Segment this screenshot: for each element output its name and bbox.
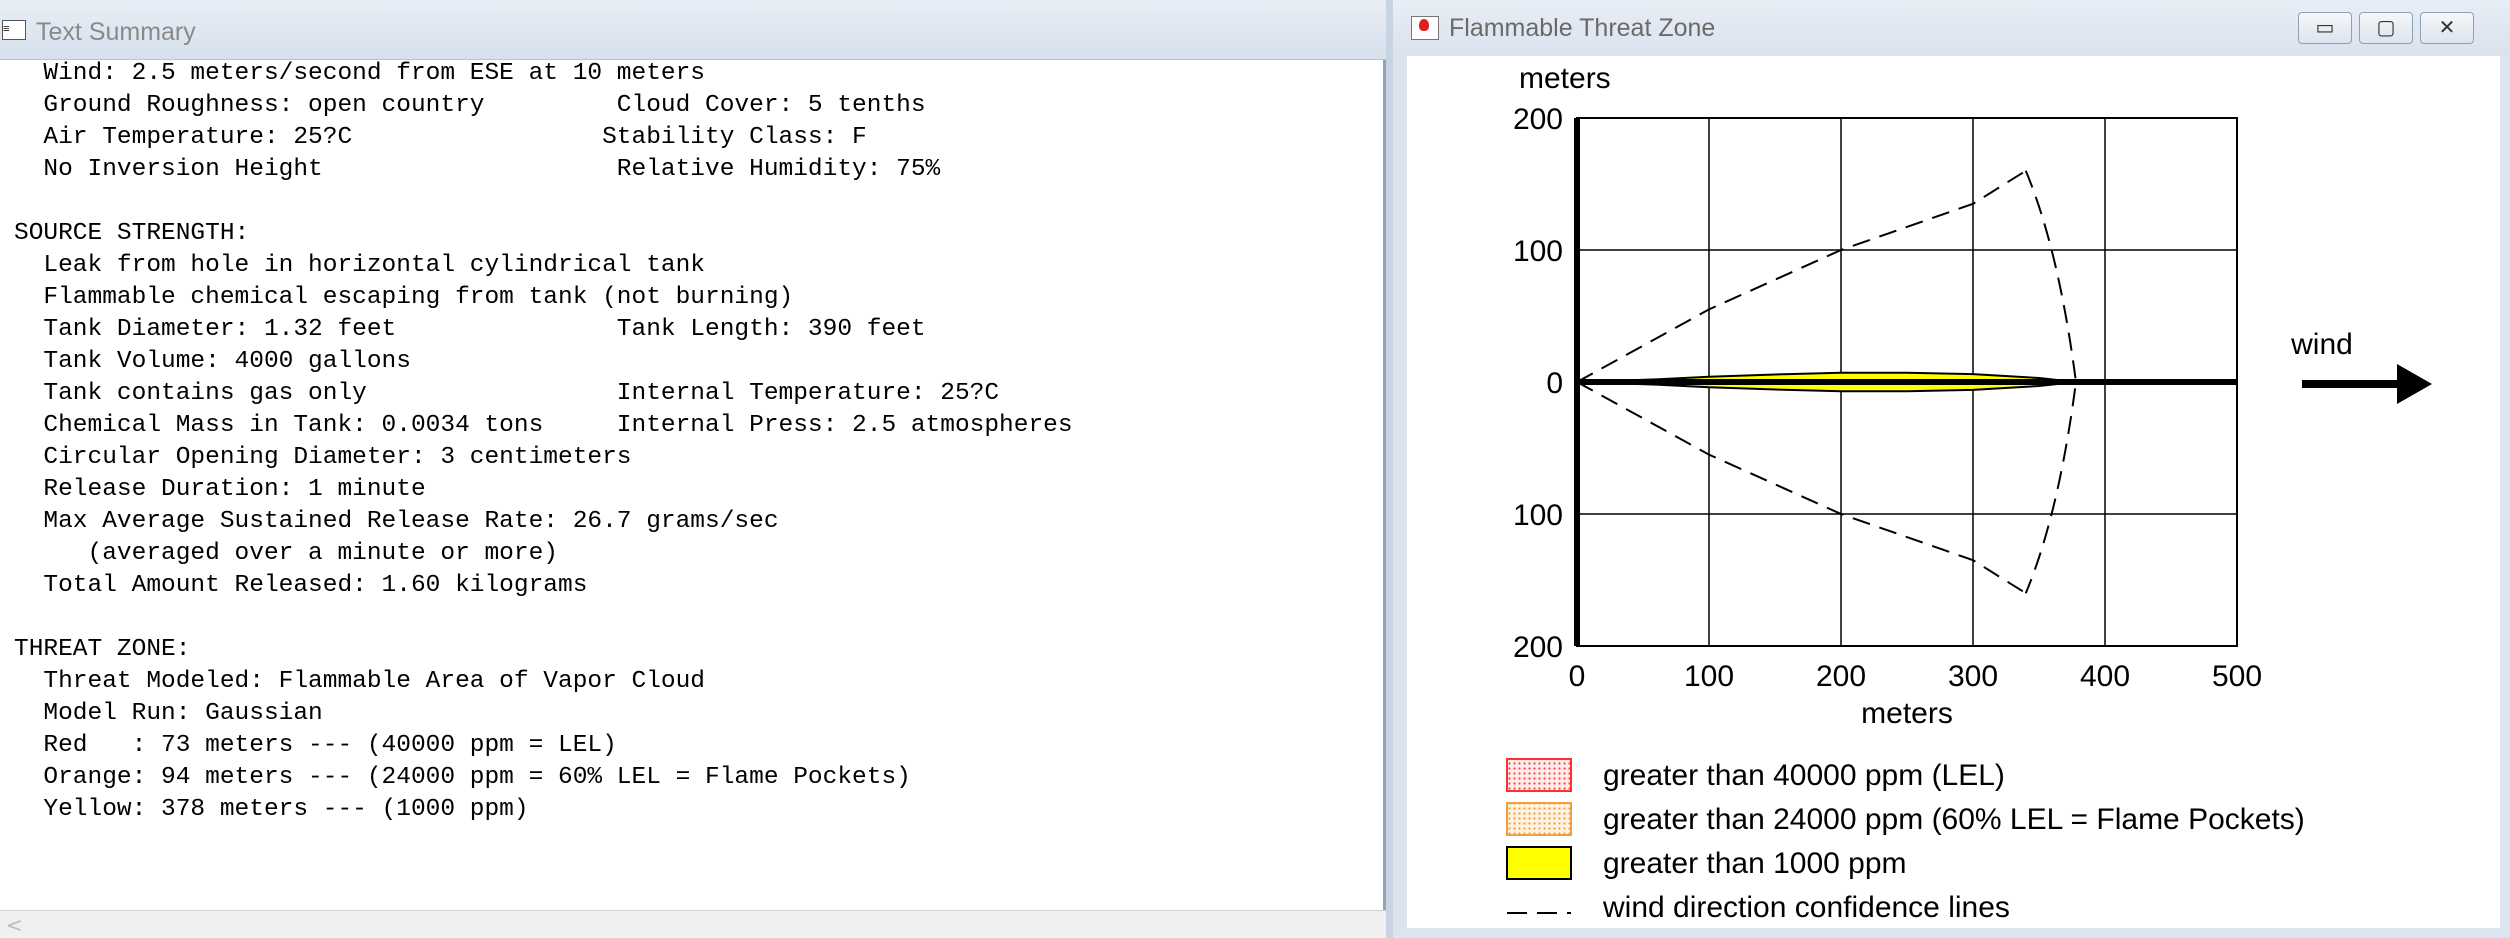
- summary-line: Air Temperature: 25?C Stability Class: F: [14, 124, 867, 151]
- y-tick-label: 100: [1513, 499, 1563, 532]
- text-summary-titlebar[interactable]: ≡ Text Summary: [0, 0, 1386, 60]
- threat-zone-titlebar[interactable]: Flammable Threat Zone ▭ ▢ ✕: [1393, 0, 2510, 56]
- text-summary-window: ≡ Text Summary Wind: 2.5 meters/second f…: [0, 0, 1386, 938]
- y-axis-label: meters: [1519, 62, 1611, 95]
- x-tick-label: 300: [1948, 660, 1998, 693]
- close-button[interactable]: ✕: [2420, 12, 2474, 44]
- minimize-button[interactable]: ▭: [2298, 12, 2352, 44]
- summary-line: Max Average Sustained Release Rate: 26.7…: [14, 508, 779, 535]
- confidence-line-lower: [1576, 381, 2027, 595]
- window-title: Flammable Threat Zone: [1449, 14, 1716, 42]
- summary-line: Circular Opening Diameter: 3 centimeters: [14, 444, 632, 471]
- summary-line: THREAT ZONE:: [14, 636, 191, 663]
- legend-label: greater than 24000 ppm (60% LEL = Flame …: [1603, 803, 2305, 836]
- threat-zone-app-icon: [1411, 16, 1439, 40]
- x-tick-label: 200: [1816, 660, 1866, 693]
- x-tick-label: 400: [2080, 660, 2130, 693]
- summary-line: Wind: 2.5 meters/second from ESE at 10 m…: [14, 60, 706, 87]
- legend-item: greater than 40000 ppm (LEL): [1506, 758, 2005, 792]
- summary-line: SOURCE STRENGTH:: [14, 220, 250, 247]
- summary-line: No Inversion Height Relative Humidity: 7…: [14, 156, 941, 183]
- wind-label: wind: [2290, 328, 2353, 361]
- x-axis-label: meters: [1861, 697, 1953, 730]
- legend-item: greater than 24000 ppm (60% LEL = Flame …: [1506, 802, 2305, 836]
- legend-label: greater than 1000 ppm: [1603, 847, 1907, 880]
- wind-arrow-icon: [2397, 364, 2432, 404]
- x-tick-label: 0: [1569, 660, 1586, 693]
- maximize-button[interactable]: ▢: [2359, 12, 2413, 44]
- window-title: Text Summary: [36, 18, 196, 46]
- summary-line: Tank Volume: 4000 gallons: [14, 348, 411, 375]
- summary-line: Release Duration: 1 minute: [14, 476, 426, 503]
- summary-line: (averaged over a minute or more): [14, 540, 559, 567]
- summary-text: Wind: 2.5 meters/second from ESE at 10 m…: [14, 58, 1073, 826]
- summary-line: Threat Modeled: Flammable Area of Vapor …: [14, 668, 706, 695]
- x-tick-label: 100: [1684, 660, 1734, 693]
- y-tick-label: 200: [1513, 631, 1563, 664]
- summary-line: Tank Diameter: 1.32 feet Tank Length: 39…: [14, 316, 926, 343]
- y-tick-label: 200: [1513, 103, 1563, 136]
- legend-swatch-orange: [1506, 802, 1572, 836]
- y-tick-label: 100: [1513, 235, 1563, 268]
- summary-line: Model Run: Gaussian: [14, 700, 323, 727]
- legend-swatch-yellow: [1506, 846, 1572, 880]
- summary-line: Leak from hole in horizontal cylindrical…: [14, 252, 706, 279]
- legend-item: greater than 1000 ppm: [1506, 846, 1907, 880]
- legend-label: greater than 40000 ppm (LEL): [1603, 759, 2005, 792]
- scroll-left-icon[interactable]: <: [6, 913, 23, 937]
- confidence-line-upper: [1576, 169, 2027, 383]
- threat-zone-chart: 0 100 200 300 400 500 200 100 0 100 200 meters mete…: [1506, 62, 2432, 924]
- horizontal-scrollbar[interactable]: <: [0, 910, 1386, 938]
- legend-item: wind direction confidence lines: [1507, 891, 2010, 924]
- legend-label: wind direction confidence lines: [1602, 891, 2010, 924]
- text-doc-icon: ≡: [2, 20, 26, 40]
- y-tick-label: 0: [1546, 367, 1563, 400]
- summary-line: Red : 73 meters --- (40000 ppm = LEL): [14, 732, 617, 759]
- summary-line: Ground Roughness: open country Cloud Cov…: [14, 92, 926, 119]
- summary-line: Orange: 94 meters --- (24000 ppm = 60% L…: [14, 764, 911, 791]
- summary-line: Yellow: 378 meters --- (1000 ppm): [14, 796, 529, 823]
- summary-line: Chemical Mass in Tank: 0.0034 tons Inter…: [14, 412, 1073, 439]
- x-tick-label: 500: [2212, 660, 2262, 693]
- summary-line: Flammable chemical escaping from tank (n…: [14, 284, 794, 311]
- legend-swatch-red: [1506, 758, 1572, 792]
- summary-line: Tank contains gas only Internal Temperat…: [14, 380, 1000, 407]
- summary-line: Total Amount Released: 1.60 kilograms: [14, 572, 588, 599]
